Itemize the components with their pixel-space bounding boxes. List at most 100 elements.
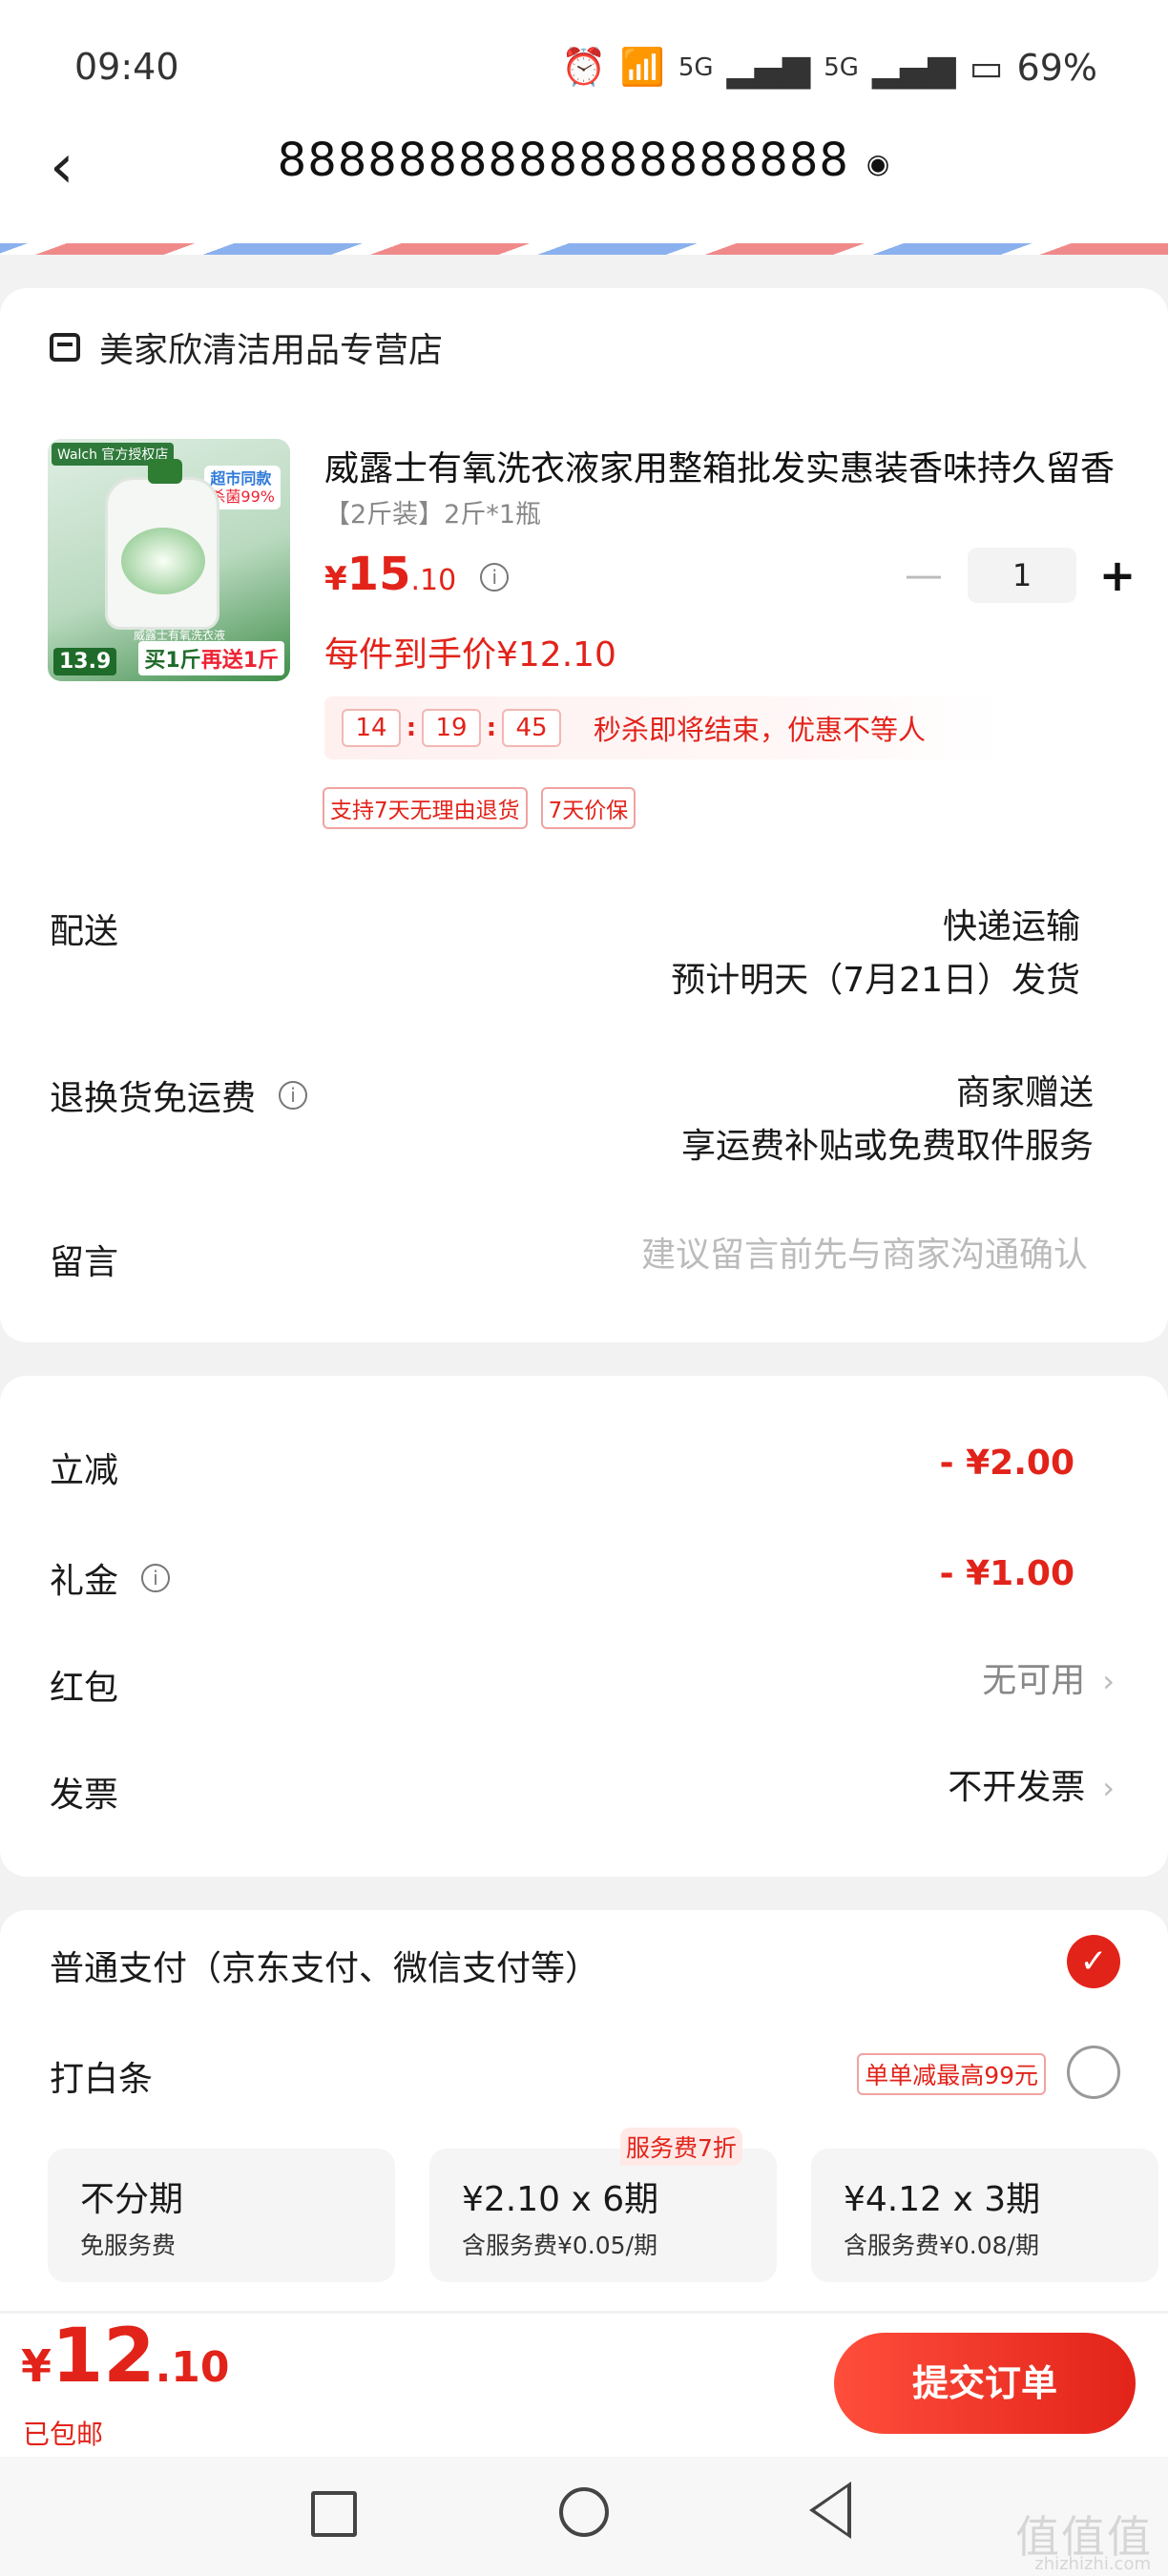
countdown-sep: : xyxy=(406,714,417,742)
delivery-info[interactable]: 快递运输 预计明天（7月21日）发货 xyxy=(671,901,1080,1008)
watermark-url: zhizhizhi.com xyxy=(1034,2554,1151,2574)
increase-button[interactable]: + xyxy=(1094,550,1141,601)
home-icon[interactable] xyxy=(559,2487,609,2537)
instant-discount-label: 立减 xyxy=(50,1443,118,1492)
thumb-buy-get: 买1斤再送1斤 xyxy=(138,641,284,675)
product-image[interactable]: Walch 官方授权店 超市同款 杀菌99% 威露士有氧洗衣液 13.9 买1斤再… xyxy=(48,439,290,681)
thumb-get: 再送1斤 xyxy=(200,649,279,673)
countdown-sep: : xyxy=(486,714,497,742)
product-price: ¥15.10 i xyxy=(324,548,510,601)
red-packet-label-text: 红包 xyxy=(50,1669,119,1708)
thumb-price: 13.9 xyxy=(53,648,117,675)
status-bar: 09:40 ⏰ 📶 5G ▂▄▆ 5G ▂▄▆ ▭ 69% xyxy=(0,0,1168,134)
status-time: 09:40 xyxy=(74,46,179,88)
flash-sale-countdown: 14 : 19 : 45 秒杀即将结束，优惠不等人 xyxy=(324,696,1002,759)
normal-payment-option[interactable]: 普通支付（京东支付、微信支付等） xyxy=(50,1941,599,1990)
airmail-divider xyxy=(0,243,1168,255)
delivery-label-text: 配送 xyxy=(50,912,119,951)
price-symbol: ¥ xyxy=(324,560,347,598)
service-tags: 支持7天无理由退货 7天价保 xyxy=(323,787,636,829)
wifi-icon: 📶 xyxy=(619,46,665,88)
message-label-text: 留言 xyxy=(50,1243,119,1282)
return-shipping-label: 退换货免运费 i xyxy=(50,1070,308,1120)
address-text: 8888888888888888888 xyxy=(277,134,849,187)
installment-plans: 不分期 免服务费 ¥2.10 x 6期 含服务费¥0.05/期 ¥4.12 x … xyxy=(0,2149,1168,2282)
chevron-right-icon: › xyxy=(1102,1663,1115,1699)
installment-plan[interactable]: ¥4.12 x 3期 含服务费¥0.08/期 xyxy=(811,2149,1158,2282)
quantity-value[interactable]: 1 xyxy=(968,548,1076,603)
plan-subtitle: 含服务费¥0.05/期 xyxy=(462,2232,657,2259)
thumb-promo-1: 超市同款 xyxy=(210,469,272,488)
baitiao-option[interactable]: 打白条 xyxy=(50,2051,153,2101)
service-tag[interactable]: 支持7天无理由退货 xyxy=(323,787,528,829)
store-name: 美家欣清洁用品专营店 xyxy=(99,331,444,370)
thumb-promo-2: 杀菌99% xyxy=(210,488,275,507)
return-shipping-desc: 享运费补贴或免费取件服务 xyxy=(680,1127,1094,1166)
gift-label: 礼金 i xyxy=(50,1553,171,1603)
plan-title: ¥2.10 x 6期 xyxy=(462,2180,659,2219)
return-shipping-value: 商家赠送 xyxy=(955,1073,1094,1112)
checkmark-icon[interactable]: ✓ xyxy=(1067,1935,1120,1988)
final-price: 每件到手价¥12.10 xyxy=(324,635,616,675)
address-header: ‹ 8888888888888888888 ◉ xyxy=(0,134,1168,243)
address-selector[interactable]: 8888888888888888888 ◉ xyxy=(0,134,1168,187)
normal-payment-label: 普通支付（京东支付、微信支付等） xyxy=(50,1949,600,1988)
radio-button[interactable] xyxy=(1067,2046,1120,2099)
battery-icon: ▭ xyxy=(969,46,1004,89)
info-icon[interactable]: i xyxy=(279,1081,308,1110)
gift-value: - ¥1.00 xyxy=(939,1554,1074,1593)
network-label-2: 5G xyxy=(824,52,859,82)
status-icons: ⏰ 📶 5G ▂▄▆ 5G ▂▄▆ ▭ 69% xyxy=(561,46,1097,89)
installment-plan[interactable]: 不分期 免服务费 xyxy=(48,2149,395,2282)
chevron-right-icon: › xyxy=(1102,1770,1115,1806)
message-label: 留言 xyxy=(50,1235,118,1284)
nav-back-icon[interactable] xyxy=(809,2482,851,2539)
countdown-minutes: 19 xyxy=(422,709,481,747)
message-input[interactable]: 建议留言前先与商家沟通确认 xyxy=(641,1229,1088,1282)
alarm-icon: ⏰ xyxy=(561,46,607,88)
red-packet-label: 红包 xyxy=(50,1660,118,1710)
delivery-label: 配送 xyxy=(50,904,118,953)
recent-apps-icon[interactable] xyxy=(311,2491,357,2537)
invoice-value: 不开发票 xyxy=(948,1768,1086,1807)
baitiao-label: 打白条 xyxy=(50,2060,154,2099)
store-icon xyxy=(50,333,80,362)
plan-title: ¥4.12 x 3期 xyxy=(844,2180,1041,2219)
invoice-label-text: 发票 xyxy=(50,1776,119,1815)
info-icon[interactable]: i xyxy=(141,1564,171,1592)
plan-discount-badge: 服务费7折 xyxy=(620,2128,742,2166)
product-spec[interactable]: 【2斤装】2斤*1瓶 xyxy=(324,493,541,530)
instant-discount-value: - ¥2.00 xyxy=(939,1444,1074,1483)
delivery-eta: 预计明天（7月21日）发货 xyxy=(671,961,1080,1000)
location-pin-icon: ◉ xyxy=(866,147,891,179)
gift-label-text: 礼金 xyxy=(50,1562,119,1601)
submit-order-button[interactable]: 提交订单 xyxy=(834,2333,1136,2434)
price-int: 15 xyxy=(346,548,411,601)
price-dec: .10 xyxy=(410,564,457,597)
return-shipping-info[interactable]: 商家赠送 享运费补贴或免费取件服务 xyxy=(681,1067,1094,1174)
installment-plan[interactable]: ¥2.10 x 6期 含服务费¥0.05/期 xyxy=(429,2149,777,2282)
info-icon[interactable]: i xyxy=(480,563,510,592)
shipping-note: 已包邮 xyxy=(23,2419,104,2450)
product-title[interactable]: 威露士有氧洗衣液家用整箱批发实惠装香味持久留香 xyxy=(324,441,1126,490)
total-dec: .10 xyxy=(155,2343,230,2392)
order-card: 美家欣清洁用品专营店 Walch 官方授权店 超市同款 杀菌99% 威露士有氧洗衣… xyxy=(0,288,1168,1342)
red-packet-selector[interactable]: 无可用 › xyxy=(982,1654,1115,1708)
discounts-card: 立减 - ¥2.00 礼金 i - ¥1.00 红包 无可用 › 发票 不开发票 › xyxy=(0,1376,1168,1877)
red-packet-value: 无可用 xyxy=(982,1661,1086,1700)
delivery-method: 快递运输 xyxy=(942,907,1080,946)
countdown-seconds: 45 xyxy=(502,709,561,747)
store-row[interactable]: 美家欣清洁用品专营店 xyxy=(50,322,443,372)
decrease-button[interactable]: — xyxy=(905,553,943,597)
bottle-illustration xyxy=(105,459,219,630)
signal-icon: ▂▄▆ xyxy=(726,46,811,89)
plan-subtitle: 含服务费¥0.08/期 xyxy=(844,2232,1039,2259)
countdown-text: 秒杀即将结束，优惠不等人 xyxy=(594,714,927,746)
invoice-selector[interactable]: 不开发票 › xyxy=(948,1761,1115,1815)
total-int: 12 xyxy=(52,2314,156,2399)
plan-title: 不分期 xyxy=(80,2180,184,2219)
service-tag[interactable]: 7天价保 xyxy=(540,787,636,829)
battery-percent: 69% xyxy=(1016,46,1097,89)
baitiao-promo-badge: 单单减最高99元 xyxy=(857,2053,1046,2095)
instant-label-text: 立减 xyxy=(50,1451,119,1490)
